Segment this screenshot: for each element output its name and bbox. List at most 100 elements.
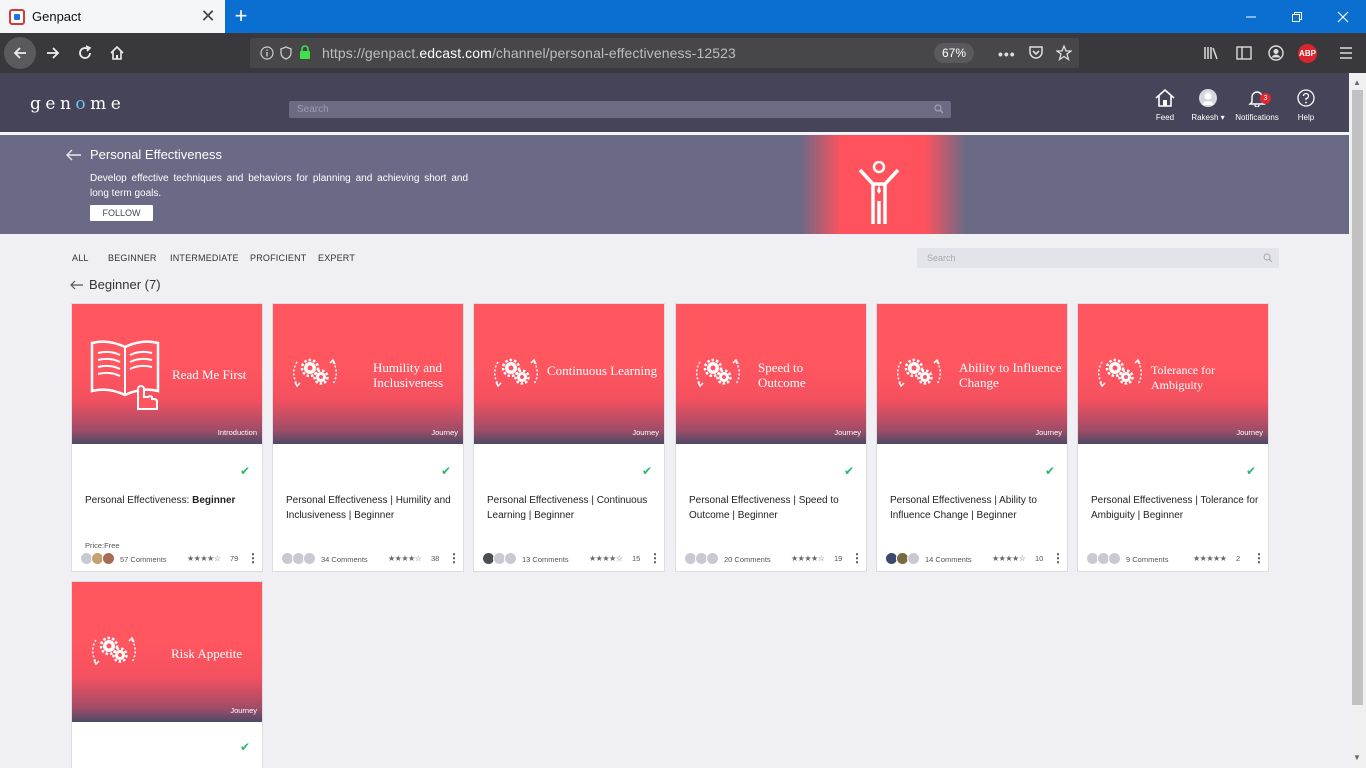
gears-icon bbox=[90, 630, 138, 672]
filter-proficient[interactable]: PROFICIENT bbox=[250, 253, 307, 263]
restore-icon[interactable] bbox=[1274, 0, 1320, 33]
info-icon[interactable] bbox=[260, 46, 274, 60]
card-continuous-learning[interactable]: Continuous Learning Journey ✔ Personal E… bbox=[473, 303, 665, 572]
site-favicon-icon bbox=[9, 8, 25, 25]
nav-notifications[interactable]: 3 Notifications bbox=[1232, 87, 1282, 122]
scroll-down-icon[interactable]: ▼ bbox=[1353, 753, 1361, 762]
card-name[interactable]: Personal Effectiveness | Speed to Outcom… bbox=[689, 493, 859, 523]
browser-tab[interactable]: Genpact ✕ bbox=[0, 0, 225, 33]
nav-label: Rakesh ▾ bbox=[1191, 113, 1225, 122]
comments-link[interactable]: 20 Comments bbox=[724, 555, 771, 564]
library-icon[interactable] bbox=[1203, 45, 1219, 61]
zoom-level[interactable]: 67% bbox=[934, 43, 974, 63]
section-back-icon[interactable] bbox=[70, 280, 84, 290]
rating-count: 15 bbox=[632, 554, 641, 563]
card-influence-change[interactable]: Ability to Influence Change Journey ✔ Pe… bbox=[876, 303, 1068, 572]
completed-check-icon: ✔ bbox=[843, 464, 854, 478]
comments-link[interactable]: 9 Comments bbox=[1126, 555, 1169, 564]
avatar bbox=[504, 552, 517, 565]
filter-intermediate[interactable]: INTERMEDIATE bbox=[170, 253, 239, 263]
lock-icon bbox=[299, 45, 311, 60]
url-text: https://genpact.edcast.com/channel/perso… bbox=[322, 45, 736, 61]
page-actions-icon[interactable]: ••• bbox=[998, 46, 1016, 62]
card-read-me-first[interactable]: Read Me First Introduction ✔ Personal Ef… bbox=[71, 303, 263, 572]
card-image-title: Tolerance for Ambiguity bbox=[1151, 363, 1216, 392]
card-name[interactable]: Personal Effectiveness | Humility and In… bbox=[286, 493, 456, 523]
close-tab-icon[interactable]: ✕ bbox=[197, 6, 219, 28]
menu-icon[interactable] bbox=[1338, 45, 1354, 61]
more-options-icon[interactable]: ⋮ bbox=[247, 552, 259, 564]
card-image-title: Speed to Outcome bbox=[758, 360, 806, 390]
card-image-title: Ability to Influence Change bbox=[959, 360, 1062, 390]
forward-icon[interactable] bbox=[37, 37, 69, 69]
nav-help[interactable]: Help bbox=[1281, 87, 1331, 122]
card-risk-appetite[interactable]: Risk Appetite Journey ✔ bbox=[71, 581, 263, 768]
account-icon[interactable] bbox=[1268, 45, 1284, 61]
reload-icon[interactable] bbox=[69, 37, 101, 69]
card-type-label: Journey bbox=[230, 706, 257, 715]
card-footer: 20 Comments ★★★★☆ 19 ⋮ bbox=[684, 552, 863, 566]
bell-icon bbox=[1232, 87, 1282, 109]
nav-label: Notifications bbox=[1235, 113, 1279, 122]
completed-check-icon: ✔ bbox=[1044, 464, 1055, 478]
comments-link[interactable]: 57 Comments bbox=[120, 555, 167, 564]
scroll-thumb[interactable] bbox=[1352, 90, 1363, 705]
follow-button[interactable]: FOLLOW bbox=[90, 205, 153, 221]
card-footer: 9 Comments ★★★★★ 2 ⋮ bbox=[1086, 552, 1265, 566]
more-options-icon[interactable]: ⋮ bbox=[1052, 552, 1064, 564]
card-footer: 34 Comments ★★★★☆ 38 ⋮ bbox=[281, 552, 460, 566]
pocket-icon[interactable] bbox=[1028, 45, 1044, 61]
filter-all[interactable]: ALL bbox=[72, 253, 89, 263]
card-tolerance-ambiguity[interactable]: Tolerance for Ambiguity Journey ✔ Person… bbox=[1077, 303, 1269, 572]
back-icon[interactable] bbox=[4, 37, 36, 69]
avatar bbox=[303, 552, 316, 565]
card-image: Speed to Outcome Journey bbox=[676, 304, 866, 444]
card-type-label: Journey bbox=[632, 428, 659, 437]
back-arrow-icon[interactable] bbox=[66, 149, 82, 161]
page-scrollbar[interactable]: ▲ ▼ bbox=[1349, 73, 1366, 768]
card-name[interactable]: Personal Effectiveness: Beginner bbox=[85, 493, 255, 508]
minimize-icon[interactable] bbox=[1228, 0, 1274, 33]
adblock-icon[interactable]: ABP bbox=[1298, 44, 1317, 63]
more-options-icon[interactable]: ⋮ bbox=[851, 552, 863, 564]
card-humility[interactable]: Humility and Inclusiveness Journey ✔ Per… bbox=[272, 303, 464, 572]
channel-search-input[interactable]: Search bbox=[917, 248, 1279, 268]
home-browser-icon[interactable] bbox=[101, 37, 133, 69]
comments-link[interactable]: 13 Comments bbox=[522, 555, 569, 564]
avatar bbox=[1183, 87, 1233, 109]
card-name[interactable]: Personal Effectiveness | Tolerance for A… bbox=[1091, 493, 1261, 523]
scroll-up-icon[interactable]: ▲ bbox=[1353, 78, 1361, 87]
search-icon[interactable] bbox=[1263, 253, 1273, 263]
help-icon bbox=[1281, 87, 1331, 109]
card-name[interactable]: Personal Effectiveness | Continuous Lear… bbox=[487, 493, 657, 523]
card-speed-to-outcome[interactable]: Speed to Outcome Journey ✔ Personal Effe… bbox=[675, 303, 867, 572]
close-window-icon[interactable] bbox=[1320, 0, 1366, 33]
bookmark-star-icon[interactable] bbox=[1056, 45, 1072, 61]
new-tab-icon[interactable]: + bbox=[229, 4, 253, 28]
more-options-icon[interactable]: ⋮ bbox=[448, 552, 460, 564]
gears-icon bbox=[1096, 352, 1144, 394]
sidebar-icon[interactable] bbox=[1236, 45, 1252, 61]
person-arms-raised-icon bbox=[858, 161, 900, 227]
card-footer: 14 Comments ★★★★☆ 10 ⋮ bbox=[885, 552, 1064, 566]
card-price: Price:Free bbox=[85, 541, 120, 550]
tracking-shield-icon[interactable] bbox=[280, 46, 292, 60]
filter-beginner[interactable]: BEGINNER bbox=[108, 253, 157, 263]
url-bar[interactable]: https://genpact.edcast.com/channel/perso… bbox=[250, 38, 1079, 68]
more-options-icon[interactable]: ⋮ bbox=[649, 552, 661, 564]
avatar bbox=[102, 552, 115, 565]
search-icon[interactable] bbox=[934, 104, 944, 114]
card-footer: 13 Comments ★★★★☆ 15 ⋮ bbox=[482, 552, 661, 566]
card-image: Read Me First Introduction bbox=[72, 304, 262, 444]
comments-link[interactable]: 14 Comments bbox=[925, 555, 972, 564]
global-search-input[interactable]: Search bbox=[289, 101, 951, 118]
filter-expert[interactable]: EXPERT bbox=[318, 253, 355, 263]
rating-count: 10 bbox=[1035, 554, 1044, 563]
card-image: Continuous Learning Journey bbox=[474, 304, 664, 444]
genome-logo[interactable]: genome bbox=[30, 94, 125, 114]
nav-user[interactable]: Rakesh ▾ bbox=[1183, 87, 1233, 122]
card-name[interactable]: Personal Effectiveness | Ability to Infl… bbox=[890, 493, 1060, 523]
comments-link[interactable]: 34 Comments bbox=[321, 555, 368, 564]
gears-icon bbox=[291, 352, 339, 394]
more-options-icon[interactable]: ⋮ bbox=[1253, 552, 1265, 564]
